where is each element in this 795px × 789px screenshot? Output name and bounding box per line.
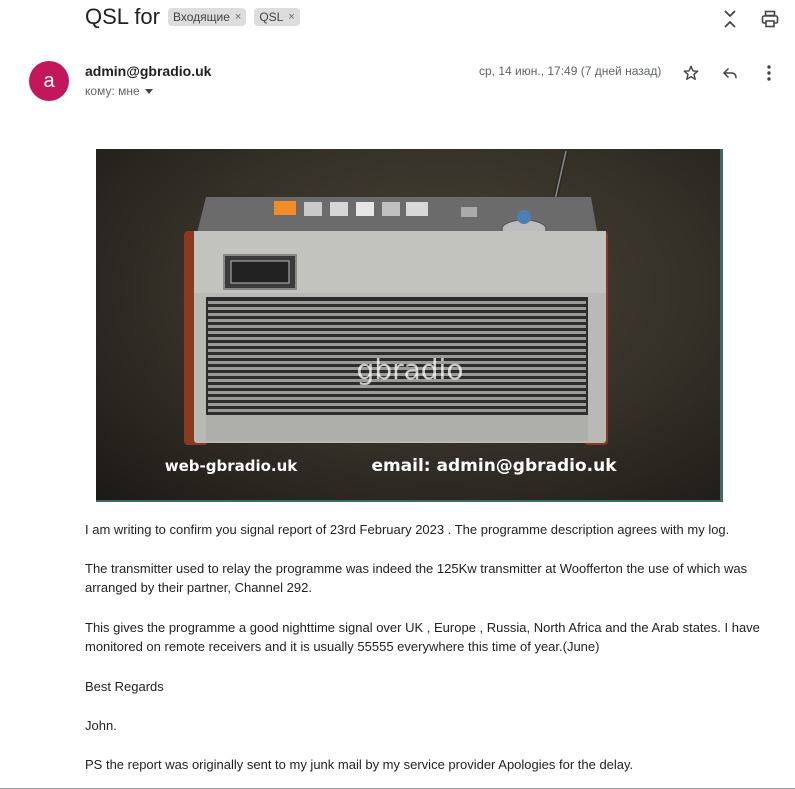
thread-actions [719,8,781,30]
body-paragraph-1: I am writing to confirm you signal repor… [85,522,730,537]
message-actions [680,62,780,84]
more-vert-icon [767,65,771,81]
star-button[interactable] [680,62,702,84]
grille-slat [208,343,586,346]
website-caption: web-gbradio.uk [165,457,299,475]
grille-slat [208,403,586,406]
grille-slat [208,409,586,412]
recipients-label: кому: мне [85,84,140,98]
body-paragraph-6: PS the report was originally sent to my … [85,757,634,772]
print-icon [761,10,779,28]
subject-row: QSL for Входящие × QSL × [85,4,300,30]
grille-slat [208,301,586,304]
message-date: ср, 14 июн., 17:49 (7 дней назад) [479,64,662,78]
print-button[interactable] [759,8,781,30]
recipients-toggle[interactable]: кому: мне [85,84,153,98]
grille-slat [208,391,586,394]
label-chip-qsl-text: QSL [259,10,284,24]
body-paragraph-2: The transmitter used to relay the progra… [85,561,748,595]
chevron-down-icon [144,88,153,94]
grille-slat [208,349,586,352]
more-options-button[interactable] [758,62,780,84]
radio-illustration: gbradio web-gbradio.uk email: admin@gbra… [165,150,617,476]
grille-slat [208,337,586,340]
grille-slat [208,313,586,316]
grille-slat [208,319,586,322]
remove-label-inbox-button[interactable]: × [235,11,241,23]
label-chip-qsl[interactable]: QSL × [254,8,300,26]
grille-slat [208,331,586,334]
grille-slat [208,325,586,328]
star-icon [683,65,699,81]
sender-avatar[interactable]: a [29,61,69,101]
email-caption: email: admin@gbradio.uk [371,456,617,476]
body-paragraph-4: Best Regards [85,679,164,694]
grille-slat [208,307,586,310]
inline-image-radio[interactable]: gbradio web-gbradio.uk email: admin@gbra… [96,149,723,502]
remove-label-qsl-button[interactable]: × [288,11,294,23]
collapse-icon [724,10,736,28]
body-paragraph-5: John. [85,718,117,733]
sender-email[interactable]: admin@gbradio.uk [85,63,211,79]
grille-slat [208,397,586,400]
reply-icon [722,67,737,79]
collapse-all-button[interactable] [719,8,741,30]
label-chip-inbox-text: Входящие [173,10,230,24]
email-subject: QSL for [85,4,160,29]
body-paragraph-3: This gives the programme a good nighttim… [85,620,760,654]
label-chip-inbox[interactable]: Входящие × [168,8,247,26]
reply-button[interactable] [719,62,741,84]
watermark-text: gbradio [357,353,464,386]
